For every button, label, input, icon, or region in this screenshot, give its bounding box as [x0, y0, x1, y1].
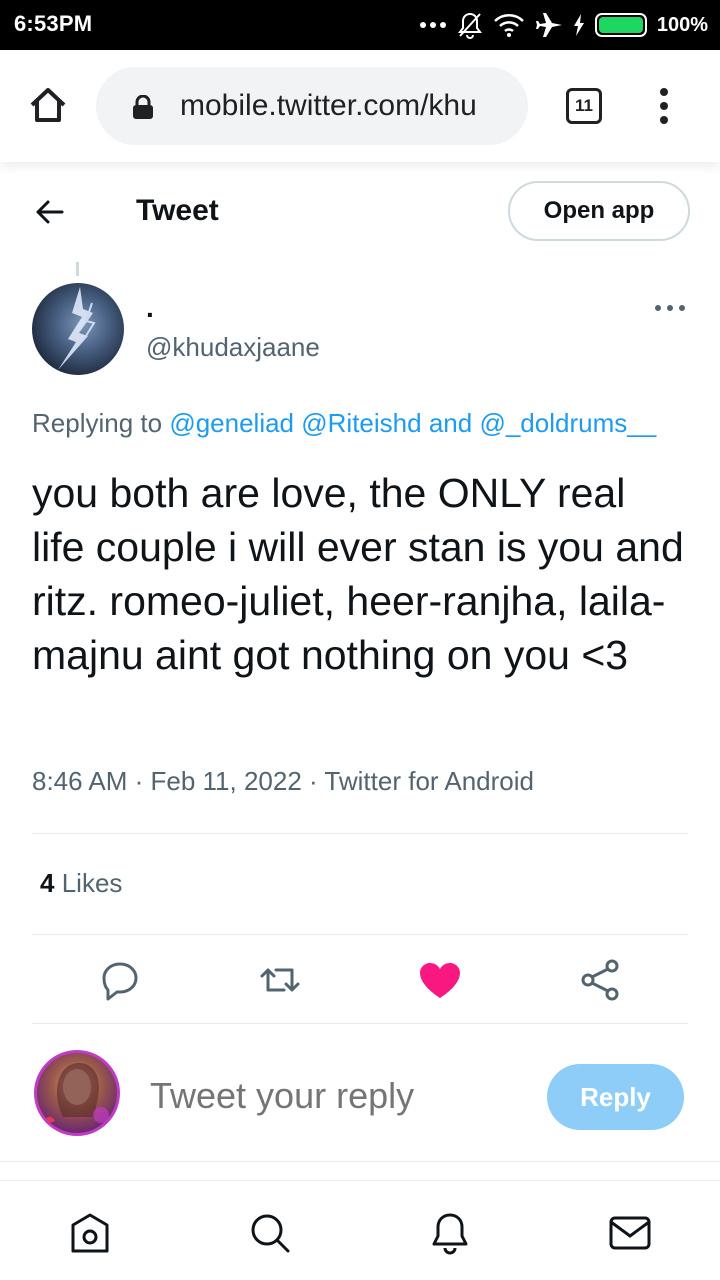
- author-display-name[interactable]: .: [146, 292, 154, 324]
- back-arrow-icon[interactable]: [32, 194, 68, 230]
- home-icon[interactable]: [26, 84, 70, 128]
- messages-icon[interactable]: [608, 1211, 652, 1255]
- mention-link[interactable]: @_doldrums__: [479, 408, 656, 438]
- reply-input[interactable]: [150, 1075, 530, 1117]
- status-bar: 6:53PM 100%: [0, 0, 720, 50]
- likes-count[interactable]: 4 Likes: [40, 868, 122, 899]
- tweet-actions: [0, 940, 720, 1020]
- mention-link[interactable]: @Riteishd: [301, 408, 421, 438]
- divider: [32, 934, 688, 935]
- tab-switcher-button[interactable]: 11: [566, 88, 602, 124]
- tweet-timestamp[interactable]: 8:46 AM · Feb 11, 2022 · Twitter for And…: [32, 766, 534, 797]
- retweet-icon[interactable]: [256, 956, 304, 1004]
- author-avatar[interactable]: [32, 283, 124, 375]
- lightning-image: [58, 287, 96, 370]
- tweet-text: you both are love, the ONLY real life co…: [32, 470, 684, 678]
- replying-prefix: Replying to: [32, 408, 163, 438]
- notifications-icon[interactable]: [428, 1211, 472, 1255]
- url-text[interactable]: mobile.twitter.com/khu: [180, 89, 510, 123]
- browser-toolbar: mobile.twitter.com/khu 11: [0, 50, 720, 162]
- likes-label: Likes: [61, 868, 123, 898]
- search-icon[interactable]: [248, 1211, 292, 1255]
- battery-icon: [594, 13, 647, 37]
- divider: [32, 833, 688, 834]
- divider: [32, 1023, 688, 1024]
- charging-icon: [573, 14, 584, 36]
- like-icon-filled[interactable]: [416, 956, 464, 1004]
- divider: [0, 1161, 720, 1162]
- address-bar[interactable]: mobile.twitter.com/khu: [96, 67, 528, 145]
- mention-link[interactable]: @geneliad: [169, 408, 294, 438]
- likes-number: 4: [40, 868, 55, 898]
- user-avatar[interactable]: [34, 1050, 120, 1136]
- status-icons: 100%: [419, 8, 708, 42]
- user-photo: [45, 1063, 109, 1123]
- battery-percent: 100%: [656, 13, 708, 36]
- author-handle[interactable]: @khudaxjaane: [146, 332, 320, 363]
- home-nav-icon[interactable]: [68, 1211, 112, 1255]
- dots-icon: [419, 22, 446, 28]
- reply-button[interactable]: Reply: [547, 1064, 684, 1130]
- open-app-button[interactable]: Open app: [508, 181, 690, 241]
- bottom-navigation: [0, 1180, 720, 1280]
- share-icon[interactable]: [576, 956, 624, 1004]
- reply-icon[interactable]: [96, 956, 144, 1004]
- wifi-icon: [493, 14, 524, 37]
- notifications-off-icon: [457, 12, 482, 39]
- more-horizontal-icon[interactable]: [652, 300, 688, 316]
- thread-connector: [76, 262, 79, 276]
- replying-and[interactable]: and: [429, 408, 472, 438]
- airplane-icon: [535, 13, 562, 37]
- page-title: Tweet: [136, 194, 219, 227]
- lock-icon: [133, 95, 153, 119]
- replying-to: Replying to @geneliad @Riteishd and @_do…: [32, 408, 656, 439]
- more-vertical-icon[interactable]: [652, 86, 676, 126]
- status-time: 6:53PM: [14, 11, 93, 36]
- page-header: Tweet Open app: [0, 162, 720, 262]
